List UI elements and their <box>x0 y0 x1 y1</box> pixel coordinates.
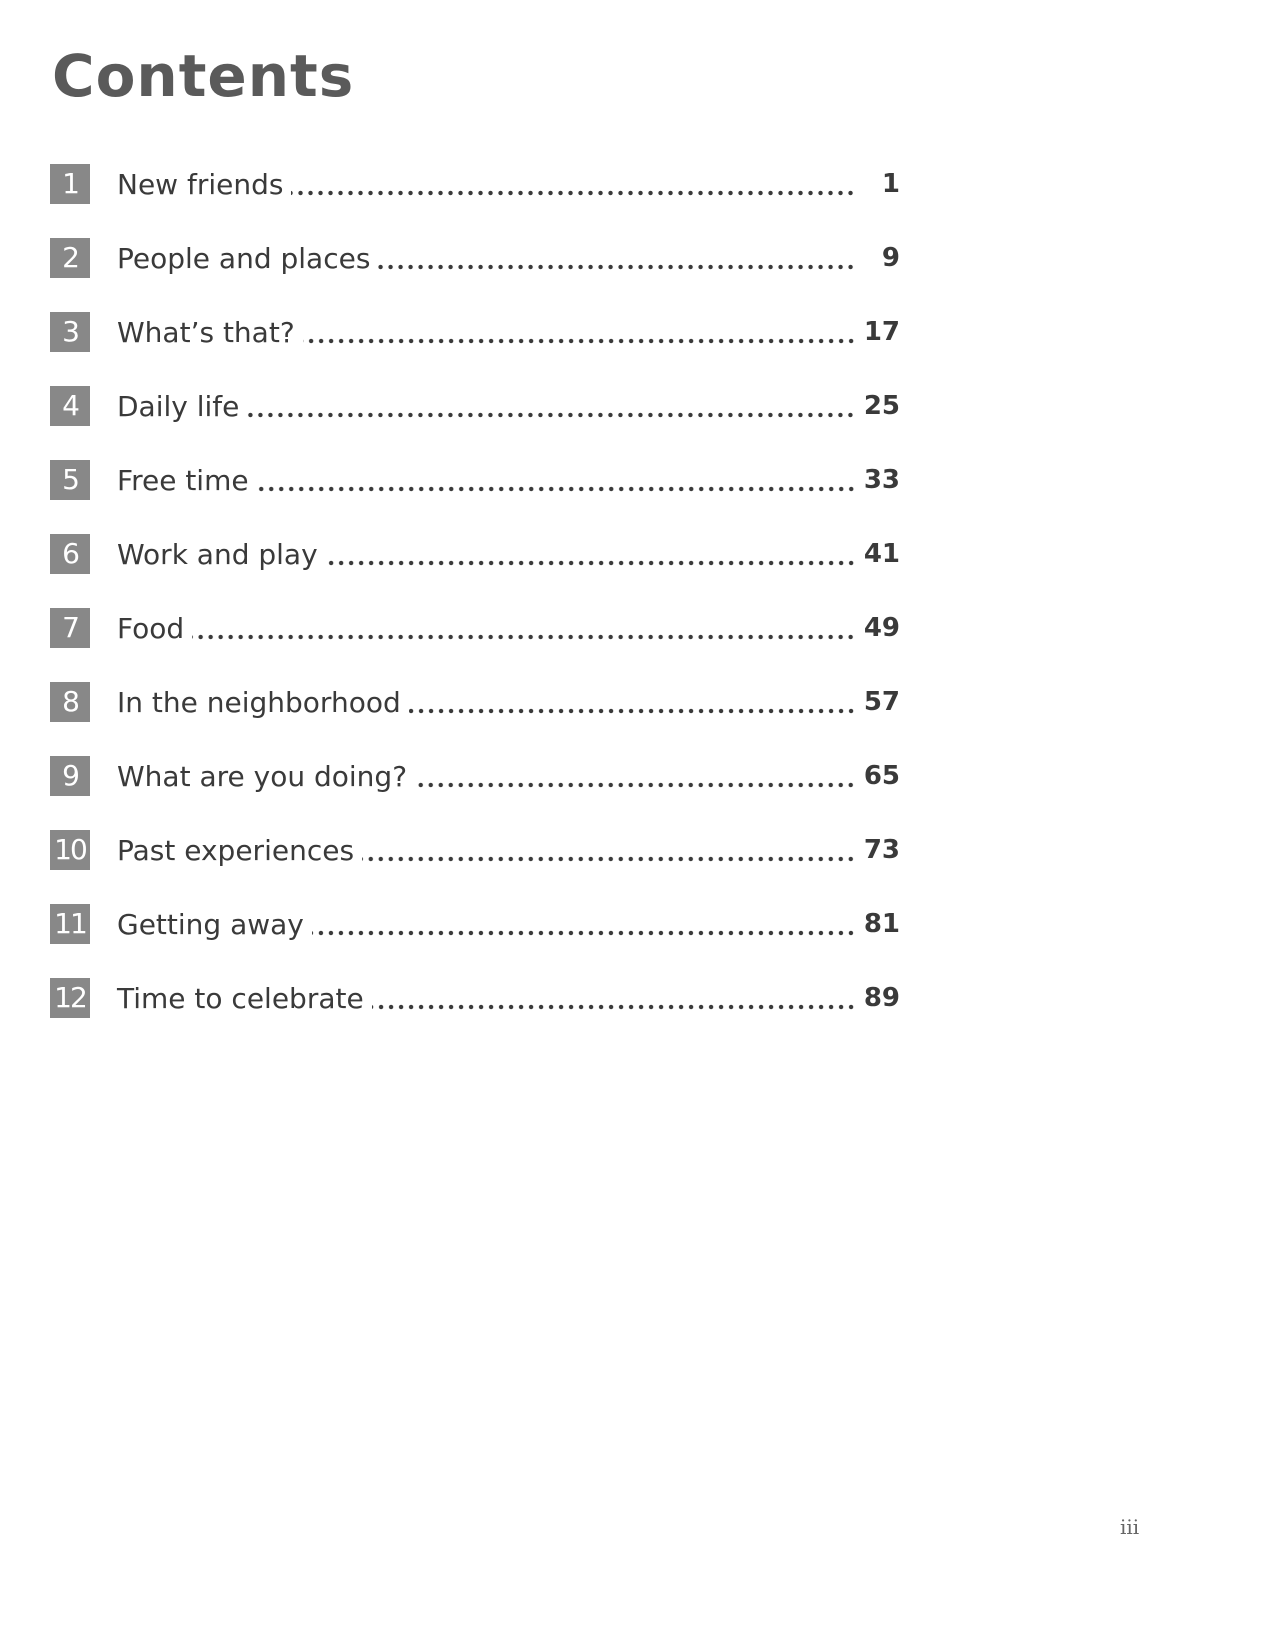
page-number: 89 <box>863 983 900 1013</box>
toc-entry[interactable]: 11 Getting away 81 <box>50 904 900 944</box>
unit-number-badge: 11 <box>50 904 90 944</box>
toc-entry[interactable]: 8 In the neighborhood 57 <box>50 682 900 722</box>
dot-leader <box>408 706 856 716</box>
page-folio: iii <box>1120 1515 1140 1539</box>
unit-title: Daily life <box>117 389 240 423</box>
page-number: 49 <box>863 613 900 643</box>
unit-number-badge: 4 <box>50 386 90 426</box>
unit-title: Food <box>117 611 185 645</box>
unit-number-badge: 3 <box>50 312 90 352</box>
unit-title: Time to celebrate <box>117 981 364 1015</box>
unit-number-badge: 1 <box>50 164 90 204</box>
table-of-contents: 1 New friends 1 2 People and places 9 3 … <box>50 164 900 1052</box>
page-number: 25 <box>863 391 900 421</box>
unit-title: In the neighborhood <box>117 685 401 719</box>
unit-number-badge: 5 <box>50 460 90 500</box>
dot-leader <box>256 484 856 494</box>
unit-number-badge: 12 <box>50 978 90 1018</box>
unit-title: Work and play <box>117 537 318 571</box>
dot-leader <box>192 632 856 642</box>
dot-leader <box>247 410 856 420</box>
toc-entry[interactable]: 2 People and places 9 <box>50 238 900 278</box>
toc-entry[interactable]: 7 Food 49 <box>50 608 900 648</box>
toc-entry[interactable]: 1 New friends 1 <box>50 164 900 204</box>
dot-leader <box>362 854 856 864</box>
unit-title: Getting away <box>117 907 304 941</box>
page-number: 81 <box>863 909 900 939</box>
unit-number-badge: 2 <box>50 238 90 278</box>
unit-title: Past experiences <box>117 833 355 867</box>
unit-title: Free time <box>117 463 249 497</box>
dot-leader <box>302 336 856 346</box>
page-number: 9 <box>881 243 900 273</box>
unit-title: People and places <box>117 241 371 275</box>
page-number: 57 <box>863 687 900 717</box>
dot-leader <box>415 780 856 790</box>
page-title: Contents <box>52 42 355 110</box>
unit-number-badge: 10 <box>50 830 90 870</box>
page-number: 73 <box>863 835 900 865</box>
unit-number-badge: 9 <box>50 756 90 796</box>
toc-entry[interactable]: 6 Work and play 41 <box>50 534 900 574</box>
toc-entry[interactable]: 9 What are you doing? 65 <box>50 756 900 796</box>
page-number: 1 <box>881 169 900 199</box>
unit-title: What’s that? <box>117 315 295 349</box>
toc-entry[interactable]: 10 Past experiences 73 <box>50 830 900 870</box>
dot-leader <box>325 558 856 568</box>
dot-leader <box>378 262 856 272</box>
page-number: 65 <box>863 761 900 791</box>
toc-entry[interactable]: 5 Free time 33 <box>50 460 900 500</box>
dot-leader <box>311 928 856 938</box>
toc-entry[interactable]: 4 Daily life 25 <box>50 386 900 426</box>
unit-number-badge: 7 <box>50 608 90 648</box>
page-number: 41 <box>863 539 900 569</box>
page-number: 17 <box>863 317 900 347</box>
toc-entry[interactable]: 12 Time to celebrate 89 <box>50 978 900 1018</box>
dot-leader <box>371 1002 856 1012</box>
unit-title: What are you doing? <box>117 759 408 793</box>
unit-number-badge: 8 <box>50 682 90 722</box>
unit-number-badge: 6 <box>50 534 90 574</box>
toc-entry[interactable]: 3 What’s that? 17 <box>50 312 900 352</box>
page-number: 33 <box>863 465 900 495</box>
unit-title: New friends <box>117 167 284 201</box>
dot-leader <box>291 188 856 198</box>
